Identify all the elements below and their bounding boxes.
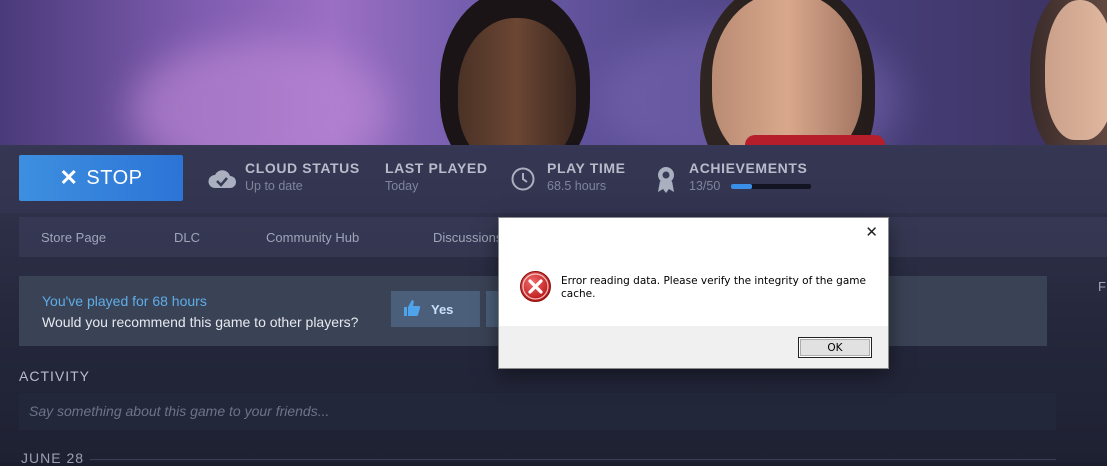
cloud-check-icon (207, 166, 237, 197)
nav-dlc[interactable]: DLC (174, 230, 200, 245)
hours-played-text: You've played for 68 hours (42, 293, 207, 309)
recommend-question: Would you recommend this game to other p… (42, 314, 359, 330)
close-x-icon: ✕ (59, 165, 79, 190)
activity-heading: ACTIVITY (19, 368, 91, 384)
feed-divider (90, 459, 1056, 460)
recommend-yes-button[interactable]: Yes (391, 291, 480, 327)
right-column-heading-fragment: F (1098, 279, 1106, 294)
clock-icon (510, 166, 536, 197)
stop-button[interactable]: ✕ STOP (19, 155, 183, 201)
stat-value: 68.5 hours (547, 179, 607, 193)
achievement-icon (654, 164, 678, 199)
stop-button-label: STOP (86, 166, 143, 189)
error-dialog: ✕ Error reading data. Please verify the … (499, 218, 888, 368)
yes-label: Yes (431, 301, 454, 317)
error-icon (519, 270, 552, 307)
stat-label: CLOUD STATUS (245, 160, 360, 176)
nav-discussions[interactable]: Discussions (433, 230, 502, 245)
nav-community-hub[interactable]: Community Hub (266, 230, 359, 245)
stat-label: LAST PLAYED (385, 160, 488, 176)
nav-store-page[interactable]: Store Page (41, 230, 106, 245)
error-message: Error reading data. Please verify the in… (561, 275, 866, 300)
close-icon[interactable]: ✕ (865, 223, 878, 241)
game-hero-banner (0, 0, 1107, 150)
stat-play-time: PLAY TIME 68.5 hours (547, 160, 626, 193)
stat-last-played: LAST PLAYED Today (385, 160, 488, 193)
stat-label: ACHIEVEMENTS (689, 160, 808, 176)
stat-label: PLAY TIME (547, 160, 626, 176)
stat-value: Up to date (245, 179, 303, 193)
activity-input[interactable]: Say something about this game to your fr… (19, 393, 1056, 430)
feed-date-heading: JUNE 28 (21, 450, 85, 466)
stat-value: Today (385, 179, 419, 193)
stat-cloud-status[interactable]: CLOUD STATUS Up to date (245, 160, 360, 193)
thumbs-up-icon (403, 299, 421, 320)
achievement-progress-bar (731, 184, 811, 189)
achievement-progress-fill (731, 184, 752, 189)
ok-button[interactable]: OK (798, 337, 872, 358)
